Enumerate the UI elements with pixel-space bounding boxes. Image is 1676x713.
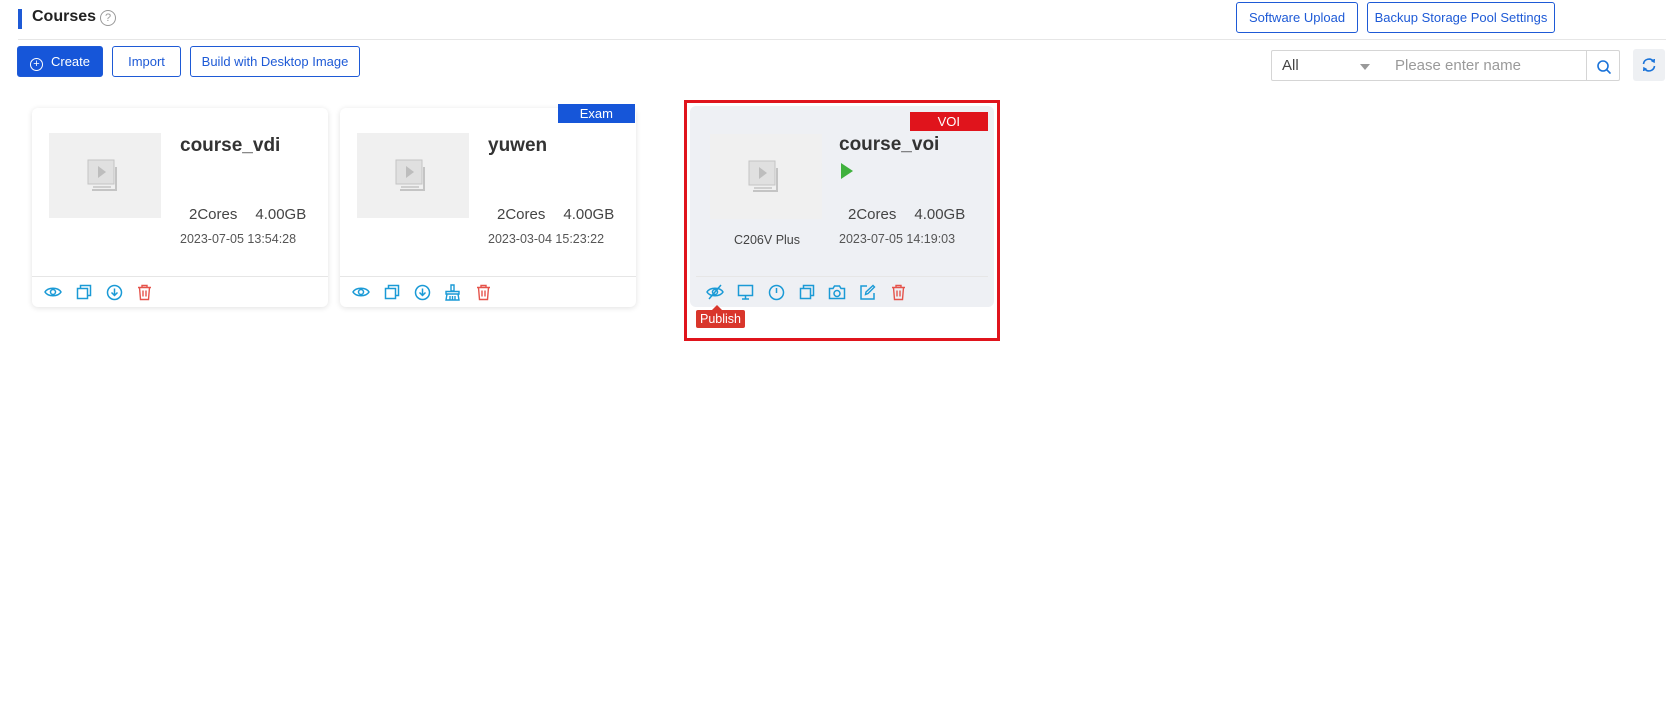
refresh-icon [1642, 58, 1656, 72]
title-accent-bar [18, 9, 22, 29]
delete-button[interactable] [468, 282, 499, 302]
video-placeholder-icon [395, 159, 425, 191]
copy-icon [384, 284, 399, 300]
create-button-label: Create [50, 54, 91, 69]
card-actions [38, 282, 160, 302]
software-upload-button[interactable]: Software Upload [1236, 2, 1358, 33]
search-input[interactable] [1380, 50, 1587, 81]
create-button[interactable]: + Create [17, 46, 103, 77]
import-button[interactable]: Import [112, 46, 181, 77]
type-filter-select[interactable]: All [1271, 50, 1381, 81]
help-icon[interactable]: ? [100, 10, 116, 26]
download-icon [414, 284, 430, 300]
course-memory: 4.00GB [255, 206, 307, 223]
publish-tooltip: Publish [696, 305, 745, 328]
clean-icon [445, 283, 461, 301]
search-button[interactable] [1586, 50, 1620, 81]
course-time: 2023-07-05 13:54:28 [180, 232, 297, 246]
course-thumbnail [49, 133, 161, 218]
copy-icon [76, 284, 91, 300]
eye-icon [352, 287, 371, 297]
course-spec: 2Cores 4.00GB [189, 206, 306, 223]
plus-circle-icon: + [29, 58, 43, 71]
preview-button[interactable] [346, 282, 377, 302]
delete-icon [476, 284, 490, 300]
eye-icon [44, 287, 63, 297]
type-filter-value: All [1282, 57, 1299, 74]
build-with-desktop-image-button[interactable]: Build with Desktop Image [190, 46, 360, 77]
card-divider [32, 276, 328, 277]
refresh-button[interactable] [1633, 49, 1665, 81]
video-placeholder-icon [87, 159, 117, 191]
selection-highlight [684, 100, 1000, 341]
course-cores: 2Cores [189, 206, 238, 223]
page-title: Courses [32, 8, 97, 25]
course-name: yuwen [488, 135, 548, 156]
course-time: 2023-03-04 15:23:22 [488, 232, 605, 246]
backup-storage-pool-settings-button[interactable]: Backup Storage Pool Settings [1367, 2, 1555, 33]
course-cores: 2Cores [497, 206, 546, 223]
delete-icon [138, 284, 152, 300]
download-icon [106, 284, 122, 300]
delete-button[interactable] [130, 282, 161, 302]
clean-button[interactable] [438, 282, 469, 302]
course-spec: 2Cores 4.00GB [497, 206, 614, 223]
exam-tag: Exam [557, 104, 635, 123]
course-card[interactable]: Exam yuwen 2Cores 4.00GB 2023-03-04 15:23… [340, 104, 636, 307]
preview-button[interactable] [38, 282, 69, 302]
download-button[interactable] [99, 282, 130, 302]
course-name: course_vdi [180, 135, 281, 156]
card-actions [346, 282, 499, 302]
card-divider [340, 276, 636, 277]
course-card[interactable]: course_vdi 2Cores 4.00GB 2023-07-05 13:54… [32, 108, 328, 307]
copy-button[interactable] [69, 282, 100, 302]
course-thumbnail [357, 133, 469, 218]
course-memory: 4.00GB [563, 206, 615, 223]
caret-down-icon [1360, 64, 1370, 70]
download-button[interactable] [407, 282, 438, 302]
search-icon [1597, 60, 1611, 74]
copy-button[interactable] [377, 282, 408, 302]
